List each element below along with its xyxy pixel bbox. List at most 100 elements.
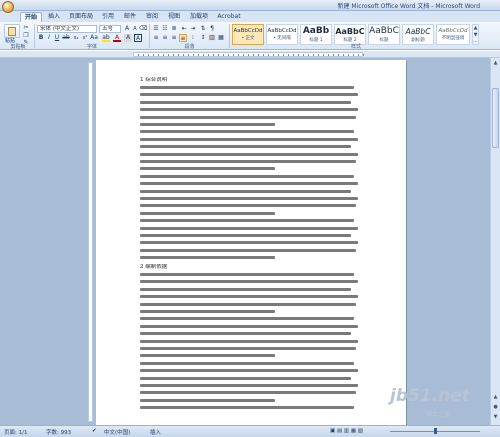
line-spacing-icon[interactable]: ↕ [199, 34, 207, 42]
ruler-tick [138, 54, 139, 56]
italic-icon[interactable]: I [45, 34, 53, 42]
multilevel-list-icon[interactable]: ≣ [170, 25, 178, 33]
spellcheck-icon[interactable]: ✔ [92, 428, 97, 434]
style-subtitle[interactable]: AaBbC 副标题 [402, 24, 434, 45]
style-subtle-emphasis[interactable]: AaBbCcDd 不明显强调 [436, 24, 470, 45]
font-size-input[interactable]: 五号 [99, 25, 121, 33]
text-line-placeholder [140, 189, 351, 193]
watermark-logo: jb51.net [390, 386, 470, 406]
tab-acrobat[interactable]: Acrobat [214, 12, 244, 22]
ruler-tick [318, 54, 319, 56]
style-heading-1[interactable]: AaBb 标题 1 [300, 24, 332, 45]
document-page[interactable]: 1 综合说明 2 编制依据 [96, 60, 406, 425]
text-line-placeholder [140, 309, 275, 313]
increase-indent-icon[interactable]: ⇥ [189, 25, 197, 33]
horizontal-ruler[interactable] [133, 52, 364, 57]
tab-addins[interactable]: 加载项 [186, 12, 212, 22]
tab-view[interactable]: 视图 [164, 12, 184, 22]
align-right-icon[interactable]: ≡ [170, 34, 178, 42]
change-case-icon[interactable]: Aa [90, 34, 98, 42]
underline-icon[interactable]: U [53, 34, 61, 42]
style-normal[interactable]: AaBbCcDd • 正文 [232, 24, 264, 45]
next-page-icon[interactable]: ▼ [492, 413, 499, 421]
ruler-tick [313, 54, 314, 56]
ruler-tick [348, 54, 349, 56]
style-sample: AaBbC [335, 27, 365, 36]
align-left-icon[interactable]: ≡ [152, 34, 160, 42]
cut-icon[interactable]: ✂ [22, 24, 30, 32]
superscript-icon[interactable]: x² [81, 34, 89, 42]
shrink-font-icon[interactable]: A [131, 25, 139, 33]
ruler-tick [218, 54, 219, 56]
ruler-tick [343, 54, 344, 56]
grow-font-icon[interactable]: A [123, 25, 131, 33]
strikethrough-icon[interactable]: ab [62, 34, 70, 42]
bullets-icon[interactable]: ☰ [152, 25, 160, 33]
text-line-placeholder [140, 272, 354, 276]
zoom-slider[interactable] [390, 428, 480, 434]
ruler-tick [303, 54, 304, 56]
text-line-placeholder [140, 100, 351, 104]
borders-icon[interactable]: ▦ [217, 34, 225, 42]
bold-icon[interactable]: B [37, 34, 45, 42]
text-line-placeholder [140, 226, 358, 230]
scroll-thumb[interactable] [492, 88, 499, 148]
ruler-tick [283, 54, 284, 56]
show-marks-icon[interactable]: ¶ [208, 25, 216, 33]
font-color-icon[interactable]: A [113, 34, 121, 42]
prev-page-icon[interactable]: ▲ [492, 393, 499, 401]
paste-button[interactable] [4, 24, 20, 38]
view-buttons[interactable]: ▣ ▤ ▥ ▦ ▧ [330, 428, 363, 434]
clear-format-icon[interactable]: ⌫ [139, 25, 147, 33]
style-no-spacing[interactable]: AaBbCcDd • 无间隔 [266, 24, 298, 45]
ruler-tick [173, 54, 174, 56]
text-line-placeholder [140, 256, 275, 260]
clipboard-icon [8, 27, 16, 36]
zoom-slider-thumb[interactable] [434, 428, 437, 434]
ruler-tick [328, 54, 329, 56]
status-page[interactable]: 页面: 1/1 [4, 428, 27, 436]
ruler-tick [198, 54, 199, 56]
vertical-ruler[interactable] [88, 62, 93, 422]
character-shading-icon[interactable]: A [124, 34, 132, 42]
font-name-input[interactable]: 宋体 (中文正文) [37, 25, 97, 33]
distributed-icon[interactable]: ⁝ [189, 34, 197, 42]
highlight-icon[interactable]: ab [102, 34, 110, 42]
subscript-icon[interactable]: x₂ [72, 34, 80, 42]
browse-object-icon[interactable]: ● [492, 403, 499, 411]
office-button[interactable] [2, 1, 14, 13]
text-line-placeholder [140, 182, 358, 186]
text-line-placeholder [140, 122, 275, 126]
status-insert-mode[interactable]: 插入 [150, 428, 161, 436]
status-word-count[interactable]: 字数: 993 [46, 428, 71, 436]
ribbon: 粘贴 ✂ ❐ ✎ 剪贴板 宋体 (中文正文) 五号 A A ⌫ B I U ab… [0, 22, 500, 50]
tab-insert[interactable]: 插入 [44, 12, 64, 22]
status-language[interactable]: 中文(中国) [104, 428, 130, 436]
scroll-up-icon[interactable]: ▲ [492, 59, 499, 67]
character-border-icon[interactable]: A [134, 34, 142, 42]
decrease-indent-icon[interactable]: ⇤ [180, 25, 188, 33]
justify-icon[interactable]: ≡ [179, 34, 187, 42]
text-line-placeholder [140, 391, 356, 395]
ruler-tick [213, 54, 214, 56]
ruler-tick [203, 54, 204, 56]
ruler-tick [143, 54, 144, 56]
vertical-scrollbar[interactable]: ▲ ▲ ● ▼ [490, 58, 500, 425]
ruler-tick [238, 54, 239, 56]
text-line-placeholder [140, 406, 354, 410]
ruler-tick [293, 54, 294, 56]
numbering-icon[interactable]: ☷ [161, 25, 169, 33]
shading-icon[interactable]: ▥ [208, 34, 216, 42]
text-line-placeholder [140, 295, 358, 299]
styles-more-button[interactable]: ▲ ▼ ⋯ [472, 24, 479, 45]
style-heading-2[interactable]: AaBbC 标题 2 [334, 24, 366, 45]
tab-mailings[interactable]: 邮件 [120, 12, 140, 22]
sort-icon[interactable]: ⇅ [199, 25, 207, 33]
tab-page-layout[interactable]: 页面布局 [66, 12, 96, 22]
tab-home[interactable]: 开始 [20, 12, 42, 22]
style-title[interactable]: AaBbC 标题 [368, 24, 400, 45]
tab-references[interactable]: 引用 [98, 12, 118, 22]
align-center-icon[interactable]: ≡ [161, 34, 169, 42]
tab-review[interactable]: 审阅 [142, 12, 162, 22]
text-line-placeholder [140, 130, 354, 134]
